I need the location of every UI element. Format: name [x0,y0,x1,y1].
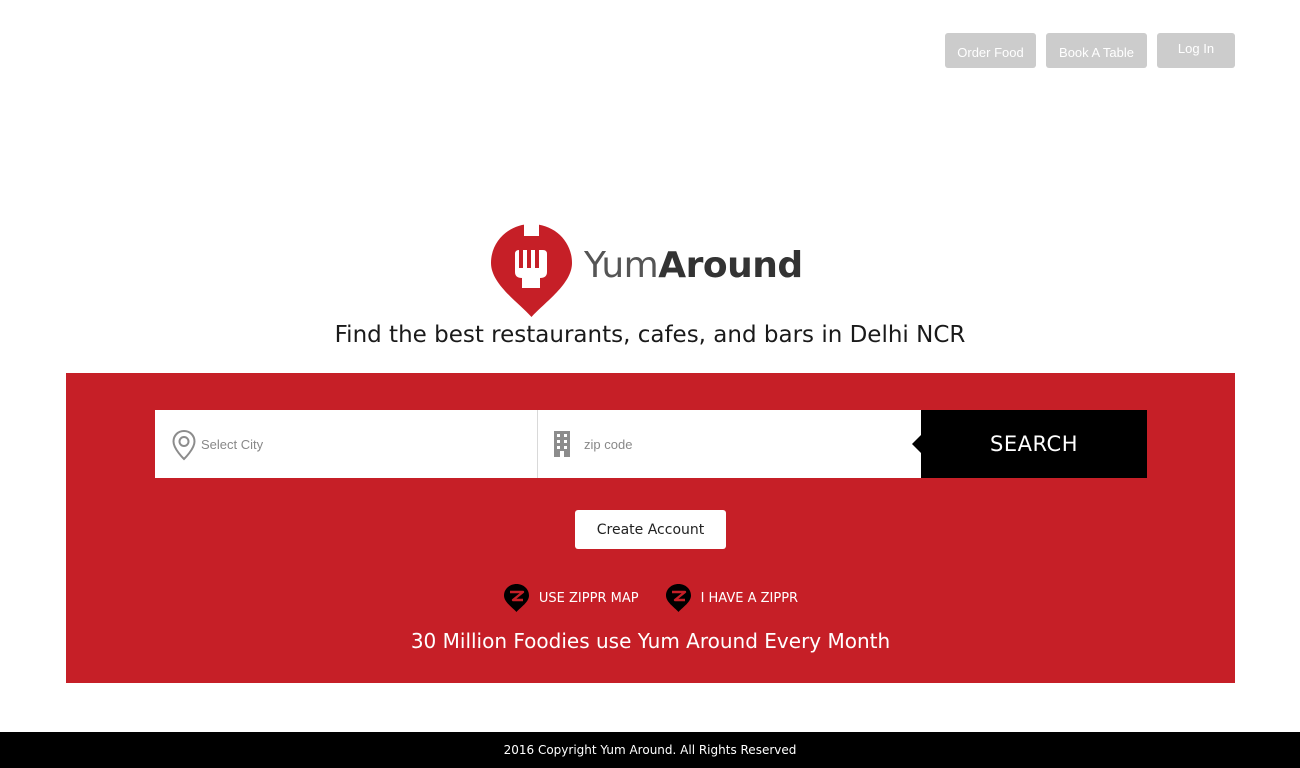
logo-text-light: Yum [584,244,659,286]
search-button[interactable]: SEARCH [912,410,1147,478]
use-zippr-map-label: USE ZIPPR MAP [538,590,639,606]
zip-input[interactable] [538,410,921,478]
page: Order Food Book A Table Log In YumAround… [0,0,1300,768]
map-pin-icon [172,429,196,461]
book-table-button[interactable]: Book A Table [1046,33,1147,68]
fork-pin-icon [491,222,572,317]
city-input[interactable] [155,410,537,478]
logo-text: YumAround [584,245,803,286]
copyright-text: 2016 Copyright Yum Around. All Rights Re… [503,743,797,757]
use-zippr-map-link[interactable]: USE ZIPPR MAP [503,583,639,613]
hero-panel: SEARCH Create Account USE ZIPPR MAP I HA… [66,373,1235,683]
zip-field[interactable] [538,410,921,478]
have-zippr-link[interactable]: I HAVE A ZIPPR [665,583,799,613]
tagline: Find the best restaurants, cafes, and ba… [334,322,966,348]
logo-text-bold: Around [658,244,803,286]
building-icon [554,431,570,457]
login-button[interactable]: Log In [1157,33,1235,68]
top-nav: Order Food Book A Table Log In [945,33,1235,68]
create-account-button[interactable]: Create Account [575,510,726,549]
zippr-icon [503,584,529,612]
search-bar: SEARCH [155,410,1147,478]
order-food-button[interactable]: Order Food [945,33,1036,68]
zippr-links: USE ZIPPR MAP I HAVE A ZIPPR [66,583,1235,613]
city-field[interactable] [155,410,538,478]
zippr-icon [665,584,691,612]
logo[interactable]: YumAround [490,222,803,318]
have-zippr-label: I HAVE A ZIPPR [700,590,799,606]
foodies-count-text: 30 Million Foodies use Yum Around Every … [410,629,891,653]
footer: 2016 Copyright Yum Around. All Rights Re… [0,732,1300,768]
